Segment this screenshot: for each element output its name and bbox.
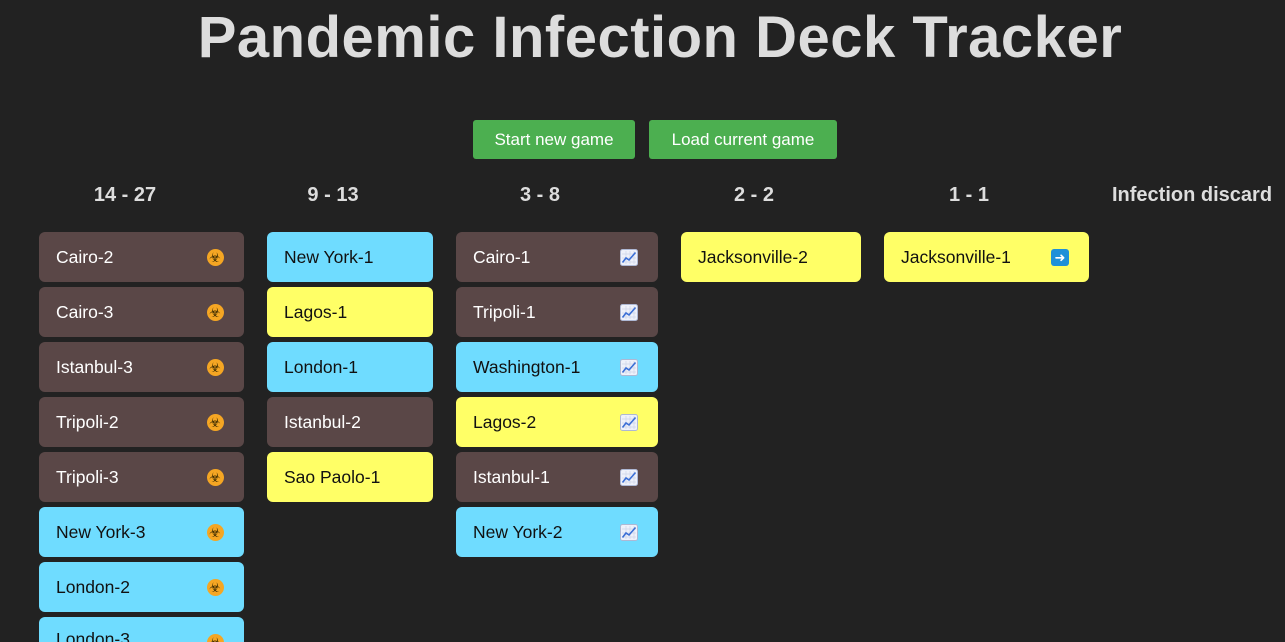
biohazard-icon: ☣	[206, 523, 224, 541]
card-icon-slot: ☣	[206, 468, 224, 486]
card-lagos-1[interactable]: Lagos-1	[267, 287, 433, 337]
column-header-1-1: 1 - 1	[948, 184, 990, 206]
card-icon-slot: ☣	[206, 248, 224, 266]
card-icon-slot: ☣	[206, 413, 224, 431]
page-title: Pandemic Infection Deck Tracker	[197, 5, 1123, 70]
card-new-york-3[interactable]: New York-3 ☣	[39, 507, 244, 557]
biohazard-icon: ☣	[206, 468, 224, 486]
card-icon-slot: ☣	[206, 578, 224, 596]
card-icon-slot	[620, 413, 638, 431]
card-icon-slot: ☣	[206, 523, 224, 541]
biohazard-icon: ☣	[206, 633, 224, 642]
biohazard-icon: ☣	[206, 413, 224, 431]
card-label: London-1	[284, 356, 358, 377]
chart-icon	[620, 523, 638, 541]
card-new-york-1[interactable]: New York-1	[267, 232, 433, 282]
column-header-9-13: 9 - 13	[307, 184, 359, 206]
chart-icon	[620, 468, 638, 486]
card-lagos-2[interactable]: Lagos-2	[456, 397, 658, 447]
card-label: Jacksonville-2	[698, 246, 808, 267]
start-new-game-button[interactable]: Start new game	[473, 120, 635, 159]
card-washington-1[interactable]: Washington-1	[456, 342, 658, 392]
card-label: Sao Paolo-1	[284, 466, 381, 487]
column-header-3-8: 3 - 8	[519, 184, 561, 206]
card-label: Lagos-1	[284, 301, 348, 322]
column-header-14-27: 14 - 27	[93, 184, 157, 206]
card-cairo-3[interactable]: Cairo-3 ☣	[39, 287, 244, 337]
arrow-right-icon: ➜	[1051, 248, 1069, 266]
card-icon-slot	[620, 358, 638, 376]
card-cairo-2[interactable]: Cairo-2 ☣	[39, 232, 244, 282]
biohazard-icon: ☣	[206, 578, 224, 596]
card-tripoli-3[interactable]: Tripoli-3 ☣	[39, 452, 244, 502]
card-london-1[interactable]: London-1	[267, 342, 433, 392]
page: Pandemic Infection Deck Tracker Start ne…	[0, 0, 1285, 642]
card-icon-slot	[620, 468, 638, 486]
card-icon-slot: ☣	[206, 303, 224, 321]
card-new-york-2[interactable]: New York-2	[456, 507, 658, 557]
card-london-3[interactable]: London-3 ☣	[39, 617, 244, 642]
card-icon-slot: ➜	[1051, 248, 1069, 266]
biohazard-icon: ☣	[206, 358, 224, 376]
card-icon-slot: ☣	[206, 633, 224, 642]
card-istanbul-1[interactable]: Istanbul-1	[456, 452, 658, 502]
card-istanbul-2[interactable]: Istanbul-2	[267, 397, 433, 447]
card-istanbul-3[interactable]: Istanbul-3 ☣	[39, 342, 244, 392]
card-tripoli-2[interactable]: Tripoli-2 ☣	[39, 397, 244, 447]
card-icon-slot	[620, 303, 638, 321]
card-icon-slot	[620, 523, 638, 541]
biohazard-icon: ☣	[206, 248, 224, 266]
chart-icon	[620, 358, 638, 376]
card-label: New York-1	[284, 246, 374, 267]
biohazard-icon: ☣	[206, 303, 224, 321]
column-header-2-2: 2 - 2	[733, 184, 775, 206]
chart-icon	[620, 413, 638, 431]
chart-icon	[620, 303, 638, 321]
card-label: Istanbul-2	[284, 411, 361, 432]
card-jacksonville-2[interactable]: Jacksonville-2	[681, 232, 861, 282]
card-jacksonville-1[interactable]: Jacksonville-1 ➜	[884, 232, 1089, 282]
card-icon-slot	[620, 248, 638, 266]
chart-icon	[620, 248, 638, 266]
card-tripoli-1[interactable]: Tripoli-1	[456, 287, 658, 337]
load-current-game-button[interactable]: Load current game	[649, 120, 837, 159]
card-cairo-1[interactable]: Cairo-1	[456, 232, 658, 282]
column-header-infection-discard: Infection discard	[1112, 184, 1273, 206]
card-icon-slot: ☣	[206, 358, 224, 376]
card-london-2[interactable]: London-2 ☣	[39, 562, 244, 612]
card-sao-paolo-1[interactable]: Sao Paolo-1	[267, 452, 433, 502]
